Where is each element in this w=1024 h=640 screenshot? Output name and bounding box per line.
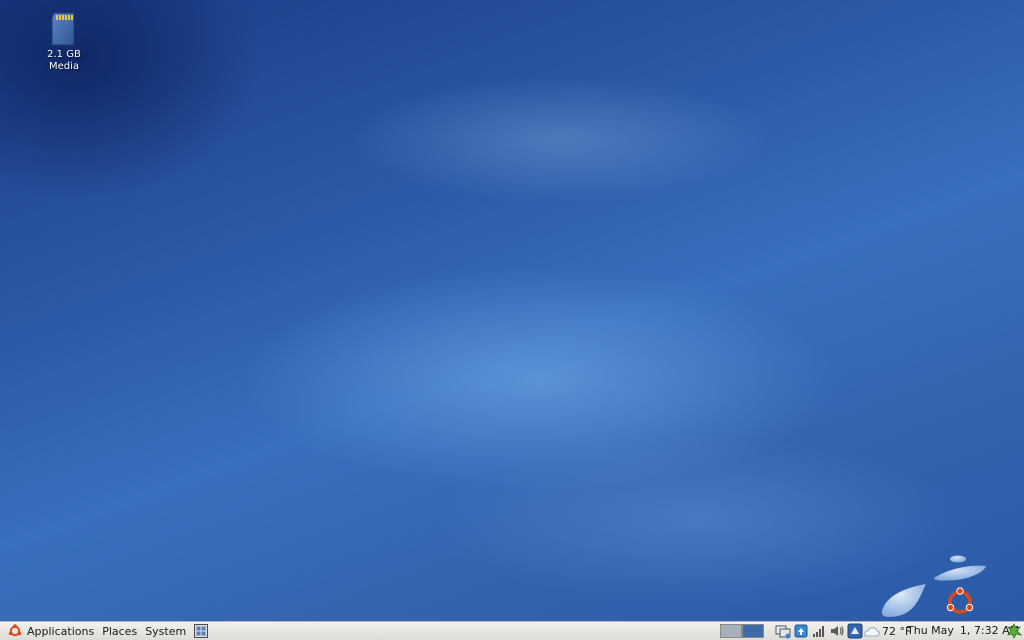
- clock-month: May: [931, 624, 954, 637]
- desktop-icon-media[interactable]: 2.1 GB Media: [34, 12, 94, 73]
- ubuntu-droplets-logo: [881, 555, 986, 617]
- volume-icon[interactable]: [829, 623, 845, 639]
- cloud-icon: [864, 627, 880, 637]
- clock-day: Thu: [907, 624, 928, 637]
- workspace-2[interactable]: [742, 624, 764, 638]
- clock-applet[interactable]: Thu May 1, 7:32 AM: [907, 622, 1019, 640]
- applications-menu[interactable]: Applications: [4, 622, 98, 640]
- main-menu-bar: Applications Places System: [4, 622, 209, 640]
- system-menu[interactable]: System: [141, 622, 190, 640]
- applications-menu-label: Applications: [27, 624, 95, 638]
- sd-card-icon: [51, 12, 75, 46]
- signal-strength-icon[interactable]: [811, 623, 827, 639]
- clock-date: 1,: [959, 624, 971, 637]
- ubuntu-logo-icon: [8, 624, 22, 637]
- weather-applet[interactable]: 72 °F: [864, 622, 911, 640]
- workspace-1[interactable]: [720, 624, 742, 638]
- display-settings-icon[interactable]: [847, 623, 863, 639]
- desktop-icon-label-size: 2.1 GB: [47, 49, 81, 60]
- places-menu-label: Places: [102, 624, 138, 638]
- tomboy-notes-icon[interactable]: [1007, 623, 1022, 639]
- places-menu[interactable]: Places: [98, 622, 141, 640]
- desktop[interactable]: 2.1 GB Media: [0, 0, 1024, 621]
- system-menu-label: System: [145, 624, 187, 638]
- show-desktop-icon[interactable]: [194, 624, 209, 638]
- workspace-switcher: [720, 624, 764, 638]
- network-icon[interactable]: [775, 623, 791, 639]
- system-tray: [775, 623, 865, 639]
- bottom-panel: Applications Places System 72 °F Thu May…: [0, 621, 1024, 640]
- update-notifier-icon[interactable]: [793, 623, 809, 639]
- desktop-icon-label-name: Media: [48, 61, 80, 72]
